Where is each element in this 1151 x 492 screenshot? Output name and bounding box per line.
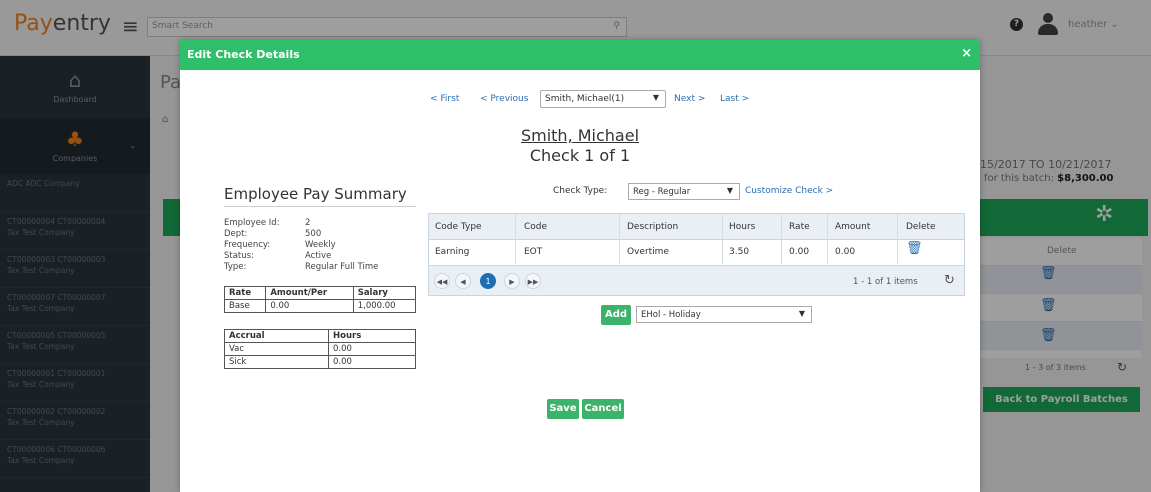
edit-check-modal: Edit Check Details × < First < Previous … [180, 40, 980, 492]
grid-header [429, 214, 964, 240]
code-type-cell[interactable]: Earning [435, 247, 469, 257]
save-button[interactable]: Save [547, 399, 579, 419]
last-link[interactable]: Last > [720, 94, 749, 104]
code-cell[interactable]: EOT [524, 247, 542, 257]
amount-per-header: Amount/Per [265, 286, 354, 300]
col-header[interactable]: Code Type [435, 222, 482, 232]
next-page-icon[interactable]: ▶ [504, 273, 520, 289]
check-type-value: Reg - Regular [633, 187, 691, 197]
hours-cell[interactable]: 3.50 [729, 247, 749, 257]
modal-title: Edit Check Details [187, 48, 300, 61]
accrual-table: Accrual Hours Vac 0.00 Sick 0.00 [223, 329, 416, 369]
check-type-label: Check Type: [553, 186, 608, 196]
next-link[interactable]: Next > [674, 94, 705, 104]
rate-header: Rate [223, 286, 267, 300]
summary-title: Employee Pay Summary [224, 185, 407, 203]
hours-header: Hours [328, 329, 416, 343]
table-row: Sick 0.00 [223, 355, 416, 369]
info-value: 500 [305, 229, 322, 239]
cancel-button[interactable]: Cancel [582, 399, 624, 419]
description-cell[interactable]: Overtime [627, 247, 669, 257]
col-header[interactable]: Code [524, 222, 547, 232]
previous-link[interactable]: < Previous [480, 94, 528, 104]
col-header[interactable]: Rate [789, 222, 810, 232]
modal-header: Edit Check Details × [180, 40, 980, 70]
accrual-cell: Vac [223, 342, 330, 356]
pager-info: 1 - 1 of 1 items [853, 277, 918, 287]
salary-header: Salary [352, 286, 417, 300]
page-button[interactable]: 1 [480, 273, 496, 289]
accrual-cell: Sick [223, 355, 330, 369]
hours-cell: 0.00 [328, 342, 416, 356]
dropdown-caret-icon: ▼ [652, 93, 659, 102]
employee-name-link[interactable]: Smith, Michael [521, 126, 639, 145]
grid-pager: ◀◀ ◀ 1 ▶ ▶▶ 1 - 1 of 1 items ↻ [429, 265, 964, 295]
employee-select-value: Smith, Michael(1) [545, 94, 625, 104]
divider [224, 206, 416, 207]
info-value: 2 [305, 218, 311, 228]
info-label: Employee Id: [224, 218, 280, 228]
first-page-icon[interactable]: ◀◀ [434, 273, 450, 289]
dropdown-caret-icon: ▼ [726, 186, 733, 195]
first-link[interactable]: < First [430, 94, 459, 104]
table-row: Vac 0.00 [223, 342, 416, 356]
dropdown-caret-icon: ▼ [798, 309, 805, 318]
info-label: Type: [224, 262, 247, 272]
info-label: Status: [224, 251, 254, 261]
accrual-header: Accrual [223, 329, 330, 343]
rate-cell[interactable]: 0.00 [789, 247, 809, 257]
info-label: Dept: [224, 229, 248, 239]
info-value: Regular Full Time [305, 262, 379, 272]
earning-code-value: EHol - Holiday [641, 310, 701, 320]
info-label: Frequency: [224, 240, 271, 250]
info-value: Active [305, 251, 332, 261]
check-type-select[interactable]: Reg - Regular ▼ [628, 183, 740, 200]
close-icon[interactable]: × [961, 46, 972, 61]
employee-select[interactable]: Smith, Michael(1) ▼ [540, 90, 666, 108]
col-header[interactable]: Hours [729, 222, 755, 232]
prev-page-icon[interactable]: ◀ [455, 273, 471, 289]
add-button[interactable]: Add [601, 305, 631, 325]
col-header[interactable]: Description [627, 222, 678, 232]
rate-table: Rate Amount/Per Salary Base 0.00 1,000.0… [223, 286, 417, 313]
rate-cell: Base [223, 299, 267, 313]
col-header[interactable]: Amount [835, 222, 870, 232]
earnings-grid: Code Type Code Description Hours Rate Am… [428, 213, 965, 296]
employee-name: Smith, Michael [180, 126, 980, 145]
refresh-icon[interactable]: ↻ [944, 273, 955, 288]
amount-cell[interactable]: 0.00 [835, 247, 855, 257]
customize-check-link[interactable]: Customize Check > [745, 186, 833, 196]
check-counter: Check 1 of 1 [529, 146, 631, 165]
amount-per-cell: 0.00 [265, 299, 354, 313]
trash-icon[interactable]: 🗑 [906, 241, 923, 256]
earning-code-select[interactable]: EHol - Holiday ▼ [636, 306, 812, 323]
last-page-icon[interactable]: ▶▶ [525, 273, 541, 289]
col-header: Delete [906, 222, 936, 232]
salary-cell: 1,000.00 [352, 299, 417, 313]
info-value: Weekly [305, 240, 336, 250]
table-row: Base 0.00 1,000.00 [223, 299, 417, 313]
hours-cell: 0.00 [328, 355, 416, 369]
